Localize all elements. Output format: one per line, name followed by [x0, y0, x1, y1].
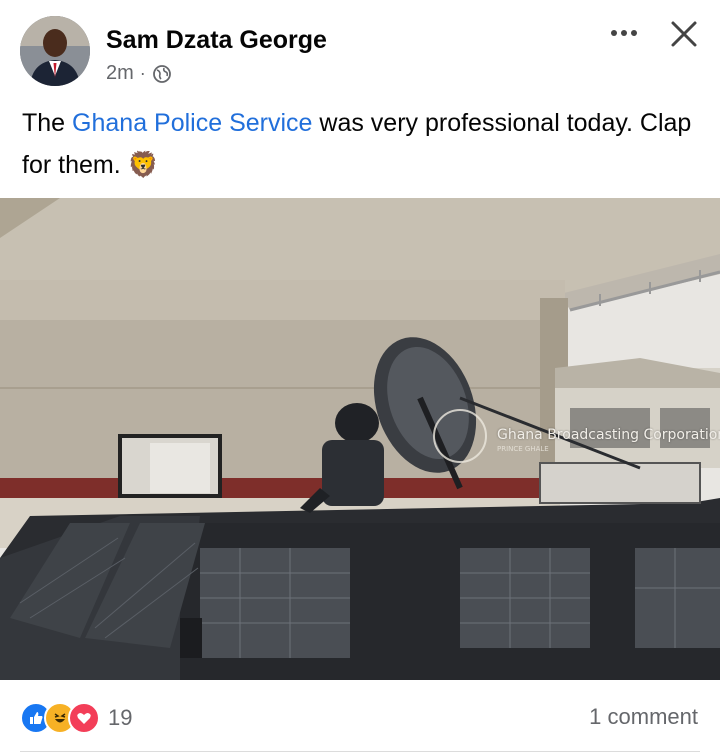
close-icon[interactable]: [666, 16, 702, 52]
avatar[interactable]: [20, 16, 90, 86]
meta-separator: ·: [139, 63, 146, 83]
author-name[interactable]: Sam Dzata George: [106, 26, 327, 55]
post-header: Sam Dzata George 2m ·: [0, 0, 720, 96]
lion-emoji: 🦁: [127, 151, 159, 179]
watermark-credit: PRINCE GHALE: [497, 445, 549, 453]
dot-icon: [621, 30, 627, 36]
dot-icon: [611, 30, 617, 36]
post-text-prefix: The: [22, 109, 73, 137]
dot-icon: [631, 30, 637, 36]
globe-icon: [152, 64, 171, 83]
more-options-button[interactable]: [604, 18, 644, 48]
post-time[interactable]: 2m: [106, 62, 134, 85]
mention-link[interactable]: Ghana Police Service: [72, 109, 312, 137]
post-photo[interactable]: Ghana Broadcasting Corporation PRINCE GH…: [0, 198, 720, 680]
reactions-summary[interactable]: 19: [20, 702, 132, 734]
comment-count-link[interactable]: 1 comment: [589, 704, 698, 730]
avatar-image: [20, 16, 90, 86]
post-footer: 19 1 comment: [0, 680, 720, 754]
watermark-text: Ghana Broadcasting Corporation: [497, 427, 720, 443]
reaction-count: 19: [108, 705, 133, 730]
love-icon: [68, 702, 100, 734]
post-text: The Ghana Police Service was very profes…: [22, 102, 702, 186]
footer-divider: [20, 751, 700, 752]
post-meta: 2m ·: [106, 62, 172, 85]
